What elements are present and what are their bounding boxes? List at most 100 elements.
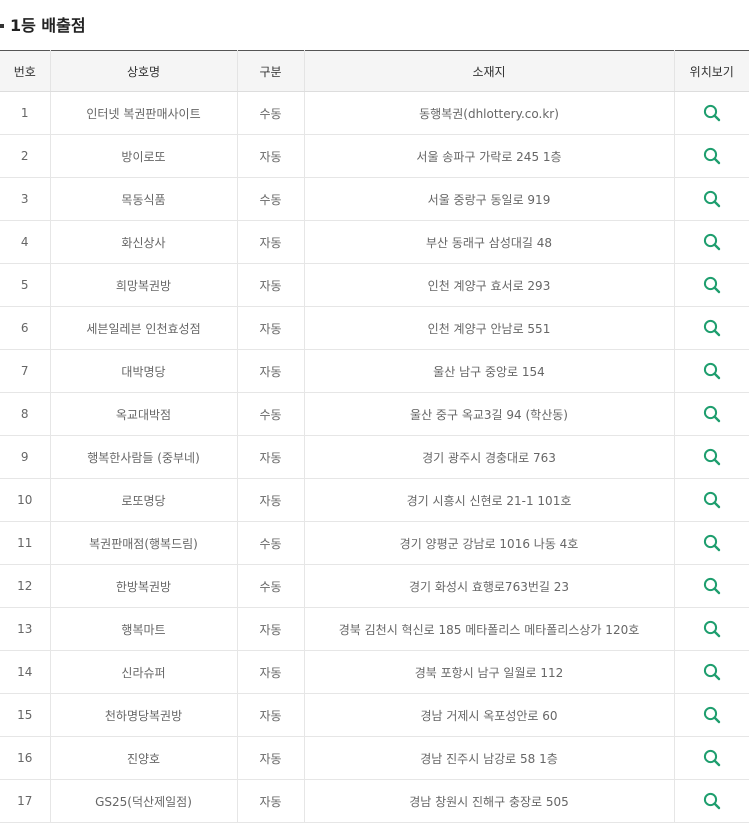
view-location-button[interactable] — [702, 619, 722, 639]
table-row: 1 인터넷 복권판매사이트 수동 동행복권(dhlottery.co.kr) — [0, 91, 749, 135]
view-location-button[interactable] — [702, 189, 722, 209]
view-location-button[interactable] — [702, 748, 722, 768]
view-location-button[interactable] — [702, 705, 722, 725]
row-type: 자동 — [236, 435, 304, 479]
section-title: 1등 배출점 — [10, 16, 86, 35]
row-address: 경기 화성시 효행로763번길 23 — [303, 564, 674, 608]
row-location-cell — [673, 263, 749, 307]
row-store-name: 진양호 — [49, 736, 237, 780]
row-store-name: 한방복권방 — [49, 564, 237, 608]
row-type: 수동 — [236, 564, 304, 608]
row-number: 7 — [0, 349, 50, 393]
row-location-cell — [673, 650, 749, 694]
row-type: 수동 — [236, 91, 304, 135]
row-location-cell — [673, 220, 749, 264]
search-icon — [703, 706, 720, 724]
row-number: 12 — [0, 564, 50, 608]
row-location-cell — [673, 134, 749, 178]
row-location-cell — [673, 349, 749, 393]
row-location-cell — [673, 392, 749, 436]
view-location-button[interactable] — [702, 447, 722, 467]
view-location-button[interactable] — [702, 791, 722, 811]
view-location-button[interactable] — [702, 146, 722, 166]
view-location-button[interactable] — [702, 404, 722, 424]
row-address: 경남 거제시 옥포성안로 60 — [303, 693, 674, 737]
row-address: 경북 김천시 혁신로 185 메타폴리스 메타폴리스상가 120호 — [303, 607, 674, 651]
header-number: 번호 — [0, 50, 50, 92]
view-location-button[interactable] — [702, 318, 722, 338]
row-location-cell — [673, 736, 749, 780]
view-location-button[interactable] — [702, 275, 722, 295]
row-number: 4 — [0, 220, 50, 264]
search-icon — [703, 792, 720, 810]
row-number: 3 — [0, 177, 50, 221]
search-icon — [703, 319, 720, 337]
row-address: 울산 남구 중앙로 154 — [303, 349, 674, 393]
table-row: 10 로또명당 자동 경기 시흥시 신현로 21-1 101호 — [0, 478, 749, 522]
row-address: 부산 동래구 삼성대길 48 — [303, 220, 674, 264]
view-location-button[interactable] — [702, 361, 722, 381]
row-store-name: 목동식품 — [49, 177, 237, 221]
row-number: 15 — [0, 693, 50, 737]
search-icon — [703, 491, 720, 509]
row-location-cell — [673, 607, 749, 651]
row-store-name: 희망복권방 — [49, 263, 237, 307]
row-address: 인천 계양구 안남로 551 — [303, 306, 674, 350]
row-address: 서울 송파구 가락로 245 1층 — [303, 134, 674, 178]
row-address: 울산 중구 옥교3길 94 (학산동) — [303, 392, 674, 436]
row-number: 6 — [0, 306, 50, 350]
view-location-button[interactable] — [702, 232, 722, 252]
view-location-button[interactable] — [702, 490, 722, 510]
table-row: 15 천하명당복권방 자동 경남 거제시 옥포성안로 60 — [0, 693, 749, 737]
table-row: 5 희망복권방 자동 인천 계양구 효서로 293 — [0, 263, 749, 307]
row-store-name: 화신상사 — [49, 220, 237, 264]
row-number: 1 — [0, 91, 50, 135]
row-store-name: 대박명당 — [49, 349, 237, 393]
table-row: 13 행복마트 자동 경북 김천시 혁신로 185 메타폴리스 메타폴리스상가 120… — [0, 607, 749, 651]
row-address: 경남 진주시 남강로 58 1층 — [303, 736, 674, 780]
header-store-name: 상호명 — [49, 50, 237, 92]
row-store-name: GS25(덕산제일점) — [49, 779, 237, 823]
header-address: 소재지 — [303, 50, 674, 92]
bullet-icon — [0, 24, 4, 28]
table-row: 12 한방복권방 수동 경기 화성시 효행로763번길 23 — [0, 564, 749, 608]
table-row: 14 신라슈퍼 자동 경북 포항시 남구 일월로 112 — [0, 650, 749, 694]
row-type: 자동 — [236, 607, 304, 651]
search-icon — [703, 147, 720, 165]
row-type: 자동 — [236, 306, 304, 350]
row-address: 경기 시흥시 신현로 21-1 101호 — [303, 478, 674, 522]
view-location-button[interactable] — [702, 576, 722, 596]
search-icon — [703, 749, 720, 767]
table-row: 9 행복한사람들 (중부네) 자동 경기 광주시 경충대로 763 — [0, 435, 749, 479]
view-location-button[interactable] — [702, 533, 722, 553]
header-view-location: 위치보기 — [673, 50, 749, 92]
row-number: 16 — [0, 736, 50, 780]
table-row: 16 진양호 자동 경남 진주시 남강로 58 1층 — [0, 736, 749, 780]
view-location-button[interactable] — [702, 662, 722, 682]
row-type: 수동 — [236, 177, 304, 221]
row-number: 14 — [0, 650, 50, 694]
table-row: 2 방이로또 자동 서울 송파구 가락로 245 1층 — [0, 134, 749, 178]
row-store-name: 인터넷 복권판매사이트 — [49, 91, 237, 135]
search-icon — [703, 663, 720, 681]
row-address: 경북 포항시 남구 일월로 112 — [303, 650, 674, 694]
row-store-name: 옥교대박점 — [49, 392, 237, 436]
row-number: 5 — [0, 263, 50, 307]
row-location-cell — [673, 779, 749, 823]
row-store-name: 방이로또 — [49, 134, 237, 178]
row-address: 서울 중랑구 동일로 919 — [303, 177, 674, 221]
search-icon — [703, 233, 720, 251]
search-icon — [703, 577, 720, 595]
row-address: 경기 광주시 경충대로 763 — [303, 435, 674, 479]
row-location-cell — [673, 693, 749, 737]
row-store-name: 복권판매점(행복드림) — [49, 521, 237, 565]
view-location-button[interactable] — [702, 103, 722, 123]
row-location-cell — [673, 564, 749, 608]
header-type: 구분 — [236, 50, 304, 92]
table-row: 17 GS25(덕산제일점) 자동 경남 창원시 진해구 충장로 505 — [0, 779, 749, 823]
search-icon — [703, 104, 720, 122]
row-type: 자동 — [236, 693, 304, 737]
search-icon — [703, 405, 720, 423]
search-icon — [703, 276, 720, 294]
row-store-name: 세븐일레븐 인천효성점 — [49, 306, 237, 350]
